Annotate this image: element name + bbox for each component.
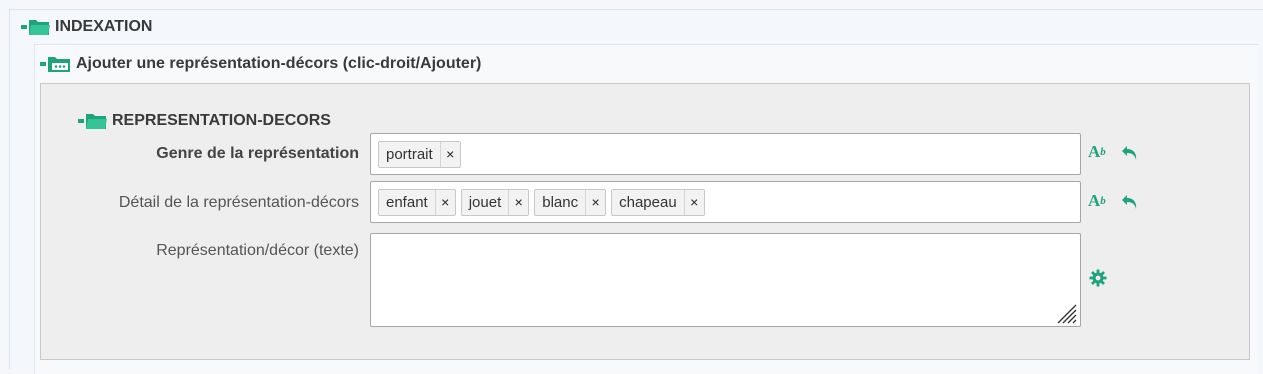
tag-label: enfant: [386, 193, 428, 211]
tag-chapeau: chapeau ×: [611, 188, 705, 216]
folder-open-icon[interactable]: [21, 18, 51, 36]
tag-portrait: portrait ×: [378, 140, 461, 168]
representation-decors-title: REPRESENTATION-DECORS: [112, 112, 331, 129]
tag-remove-button[interactable]: ×: [434, 189, 455, 215]
tag-label: jouet: [468, 193, 502, 211]
undo-icon[interactable]: [1120, 192, 1140, 212]
add-representation-title: Ajouter une représentation-décors (clic-…: [76, 55, 482, 72]
tag-blanc: blanc ×: [534, 188, 607, 216]
texte-label: Représentation/décor (texte): [156, 242, 359, 259]
genre-label: Genre de la représentation: [156, 145, 359, 162]
text-format-icon[interactable]: Ab: [1088, 191, 1106, 211]
tag-remove-button[interactable]: ×: [683, 189, 704, 215]
indexation-title: INDEXATION: [55, 18, 153, 35]
tag-remove-button[interactable]: ×: [508, 189, 528, 215]
tag-remove-button[interactable]: ×: [585, 189, 605, 215]
tag-jouet: jouet ×: [460, 188, 530, 216]
detail-tag-input[interactable]: enfant × jouet × blanc × chapeau ×: [370, 181, 1081, 223]
genre-tag-input[interactable]: portrait ×: [370, 133, 1081, 175]
tag-label: chapeau: [619, 193, 677, 211]
detail-label: Détail de la représentation-décors: [118, 194, 359, 211]
resize-grip-icon[interactable]: [1055, 302, 1077, 324]
indexation-header[interactable]: INDEXATION: [21, 18, 152, 36]
representation-decors-header[interactable]: REPRESENTATION-DECORS: [78, 112, 331, 130]
tag-label: blanc: [542, 193, 579, 211]
tag-label: portrait: [386, 145, 433, 163]
folder-open-icon[interactable]: [78, 112, 108, 130]
folder-menu-icon[interactable]: [40, 55, 72, 73]
undo-icon[interactable]: [1120, 143, 1140, 163]
tag-enfant: enfant ×: [378, 188, 456, 216]
settings-gear-icon[interactable]: [1089, 269, 1107, 287]
tag-remove-button[interactable]: ×: [439, 141, 460, 167]
add-representation-header[interactable]: Ajouter une représentation-décors (clic-…: [40, 55, 481, 73]
texte-textarea[interactable]: [370, 233, 1081, 327]
text-format-icon[interactable]: Ab: [1088, 142, 1106, 162]
